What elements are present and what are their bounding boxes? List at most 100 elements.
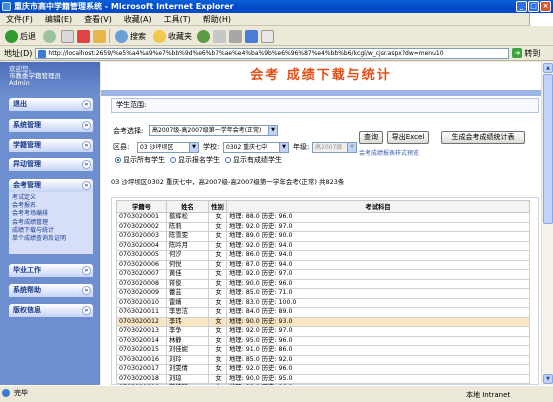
grade-select[interactable]: 高2007级 ▼ xyxy=(312,142,357,153)
submenu-score-download[interactable]: 成绩下载与统计 xyxy=(12,227,93,235)
chevron-down-icon: » xyxy=(82,121,91,130)
submenu-exam-room[interactable]: 会考考场编排 xyxy=(12,210,93,218)
cell-name: 蔡辉松 xyxy=(166,212,209,223)
minimize-button[interactable]: _ xyxy=(516,1,527,12)
submenu-score-query[interactable]: 单个成绩查询及证明 xyxy=(12,235,93,243)
cell-name: 陈莉 xyxy=(166,221,209,232)
table-row[interactable]: 0703020002 陈莉女地理: 92.0 历史: 97.0 xyxy=(116,221,530,232)
dropdown-arrow-icon: ▼ xyxy=(268,126,277,135)
discuss-icon[interactable] xyxy=(261,29,274,43)
address-input[interactable]: http://localhost:2659/%e5%a4%a9%e7%bb%9d… xyxy=(35,47,510,59)
menu-favorites[interactable]: 收藏(A) xyxy=(124,13,152,25)
menu-help[interactable]: 帮助(H) xyxy=(203,13,231,25)
cell-student-id: 0703020005 xyxy=(116,250,167,261)
stats-preview-link[interactable]: 会考成绩报表样式预览 xyxy=(359,148,419,157)
cell-gender: 女 xyxy=(208,231,227,242)
favorites-star-icon xyxy=(153,29,166,43)
maximize-button[interactable]: □ xyxy=(528,1,539,12)
address-url: http://localhost:2659/%e5%a4%a9%e7%bb%9d… xyxy=(48,49,444,57)
query-button[interactable]: 查询 xyxy=(359,131,383,144)
close-button[interactable]: × xyxy=(540,1,551,12)
cell-gender: 女 xyxy=(208,288,227,299)
export-excel-button[interactable]: 导出Excel xyxy=(387,131,429,144)
cell-gender: 女 xyxy=(208,354,227,365)
exam-select[interactable]: 高2007级-高2007级第一学年会考(正常) ▼ xyxy=(149,125,278,136)
table-row[interactable]: 0703020011 李思洁女地理: 84.0 历史: 89.0 xyxy=(116,307,530,318)
search-button[interactable]: 搜索 xyxy=(113,28,148,44)
stop-icon[interactable] xyxy=(61,29,74,43)
cell-name: 黄佳 xyxy=(166,269,209,280)
scroll-down-icon[interactable]: ▼ xyxy=(543,374,553,384)
table-row[interactable]: 0703020015 刘佳妮女地理: 91.0 历史: 86.0 xyxy=(116,345,530,356)
table-row[interactable]: 0703020009 蕾芸女地理: 85.0 历史: 71.0 xyxy=(116,288,530,299)
menu-view[interactable]: 查看(V) xyxy=(84,13,112,25)
go-button[interactable]: ➔ 转到 xyxy=(512,48,540,59)
sidebar-section-transfer[interactable]: 异动管理» xyxy=(9,158,93,171)
security-zone: 本地 Intranet xyxy=(466,391,511,399)
table-row[interactable]: 0703020008 蒋俊女地理: 90.0 历史: 96.0 xyxy=(116,278,530,289)
radio-all-students[interactable]: 显示所有学生 xyxy=(115,155,165,165)
vertical-scrollbar[interactable]: ▲ ▼ xyxy=(541,62,553,385)
sidebar-section-system[interactable]: 系统管理» xyxy=(9,119,93,132)
table-row[interactable]: 0703020013 李争女地理: 92.0 历史: 97.0 xyxy=(116,326,530,337)
table-row[interactable]: 0703020007 黄佳女地理: 92.0 历史: 97.0 xyxy=(116,269,530,280)
table-row[interactable]: 0703020010 雷婿女地理: 83.0 历史: 100.0 xyxy=(116,297,530,308)
table-row[interactable]: 0703020003 陈雪雯女地理: 89.0 历史: 90.0 xyxy=(116,231,530,242)
col-student-id: 学籍号 xyxy=(116,200,167,213)
table-row[interactable]: 0703020012 李玮女地理: 90.0 历史: 93.0 xyxy=(116,316,530,327)
submenu-exam-definition[interactable]: 考试定义 xyxy=(12,194,93,202)
table-row[interactable]: 0703020004 陈吟月女地理: 92.0 历史: 94.0 xyxy=(116,240,530,251)
cell-gender: 女 xyxy=(208,240,227,251)
col-subjects: 考试科目 xyxy=(226,200,530,213)
dropdown-arrow-icon: ▼ xyxy=(347,143,356,152)
back-button[interactable]: 后退 xyxy=(3,28,38,44)
district-select[interactable]: 03 沙坪坝区 ▼ xyxy=(137,142,199,153)
scroll-up-icon[interactable]: ▲ xyxy=(543,63,553,73)
refresh-icon[interactable] xyxy=(77,29,90,43)
table-row[interactable]: 0703020006 何悦女地理: 87.0 历史: 94.0 xyxy=(116,259,530,270)
grade-label: 年级: xyxy=(293,143,310,151)
school-select[interactable]: 0302 重庆七中 ▼ xyxy=(223,142,289,153)
generate-stats-button[interactable]: 生成会考成绩统计表 xyxy=(441,131,525,144)
forward-button[interactable] xyxy=(41,28,58,44)
sidebar-section-logout[interactable]: 退出 « xyxy=(9,98,93,111)
edit-icon[interactable] xyxy=(245,29,258,43)
scroll-thumb[interactable] xyxy=(543,74,553,224)
table-row[interactable]: 0703020005 何汐女地理: 86.0 历史: 94.0 xyxy=(116,250,530,261)
toolbar: 后退 搜索 收藏夹 xyxy=(0,27,553,46)
cell-subjects: 地理: 89.0 历史: 90.0 xyxy=(226,231,530,242)
cell-gender: 女 xyxy=(208,250,227,261)
sidebar-section-registry[interactable]: 学籍管理» xyxy=(9,139,93,152)
sidebar-section-exam[interactable]: 会考管理 « xyxy=(9,179,93,192)
menu-edit[interactable]: 编辑(E) xyxy=(45,13,72,25)
print-icon[interactable] xyxy=(229,29,242,43)
submenu-score-management[interactable]: 会考成绩管理 xyxy=(12,219,93,227)
table-row[interactable]: 0703020014 林静女地理: 95.0 历史: 96.0 xyxy=(116,335,530,346)
mail-icon[interactable] xyxy=(213,29,226,43)
cell-student-id: 0703020001 xyxy=(116,212,167,223)
cell-student-id: 0703020014 xyxy=(116,335,167,346)
cell-gender: 女 xyxy=(208,345,227,356)
cell-student-id: 0703020002 xyxy=(116,221,167,232)
history-icon[interactable] xyxy=(197,29,210,43)
table-row[interactable]: 0703020001 蔡辉松女地理: 88.0 历史: 96.0 xyxy=(116,212,530,223)
cell-gender: 女 xyxy=(208,364,227,375)
radio-scored-students[interactable]: 显示有成绩学生 xyxy=(225,155,282,165)
menu-tools[interactable]: 工具(T) xyxy=(164,13,191,25)
table-row[interactable]: 0703020018 刘琼女地理: 90.0 历史: 95.0 xyxy=(116,373,530,384)
cell-name: 雷婿 xyxy=(166,297,209,308)
table-row[interactable]: 0703020016 刘玲女地理: 85.0 历史: 92.0 xyxy=(116,354,530,365)
sidebar-section-graduation[interactable]: 毕业工作» xyxy=(9,264,93,277)
radio-registered-students[interactable]: 显示报名学生 xyxy=(170,155,220,165)
cell-gender: 女 xyxy=(208,326,227,337)
cell-name: 林静 xyxy=(166,335,209,346)
go-arrow-icon: ➔ xyxy=(512,48,523,58)
menu-file[interactable]: 文件(F) xyxy=(6,13,33,25)
cell-subjects: 地理: 95.0 历史: 96.0 xyxy=(226,335,530,346)
cell-subjects: 地理: 90.0 历史: 95.0 xyxy=(226,373,530,384)
home-icon[interactable] xyxy=(93,29,106,43)
sidebar-section-copyright[interactable]: 版权信息» xyxy=(9,304,93,317)
favorites-button[interactable]: 收藏夹 xyxy=(151,28,194,44)
sidebar-section-help[interactable]: 系统帮助» xyxy=(9,284,93,297)
table-row[interactable]: 0703020017 刘雯倩女地理: 92.0 历史: 96.0 xyxy=(116,364,530,375)
